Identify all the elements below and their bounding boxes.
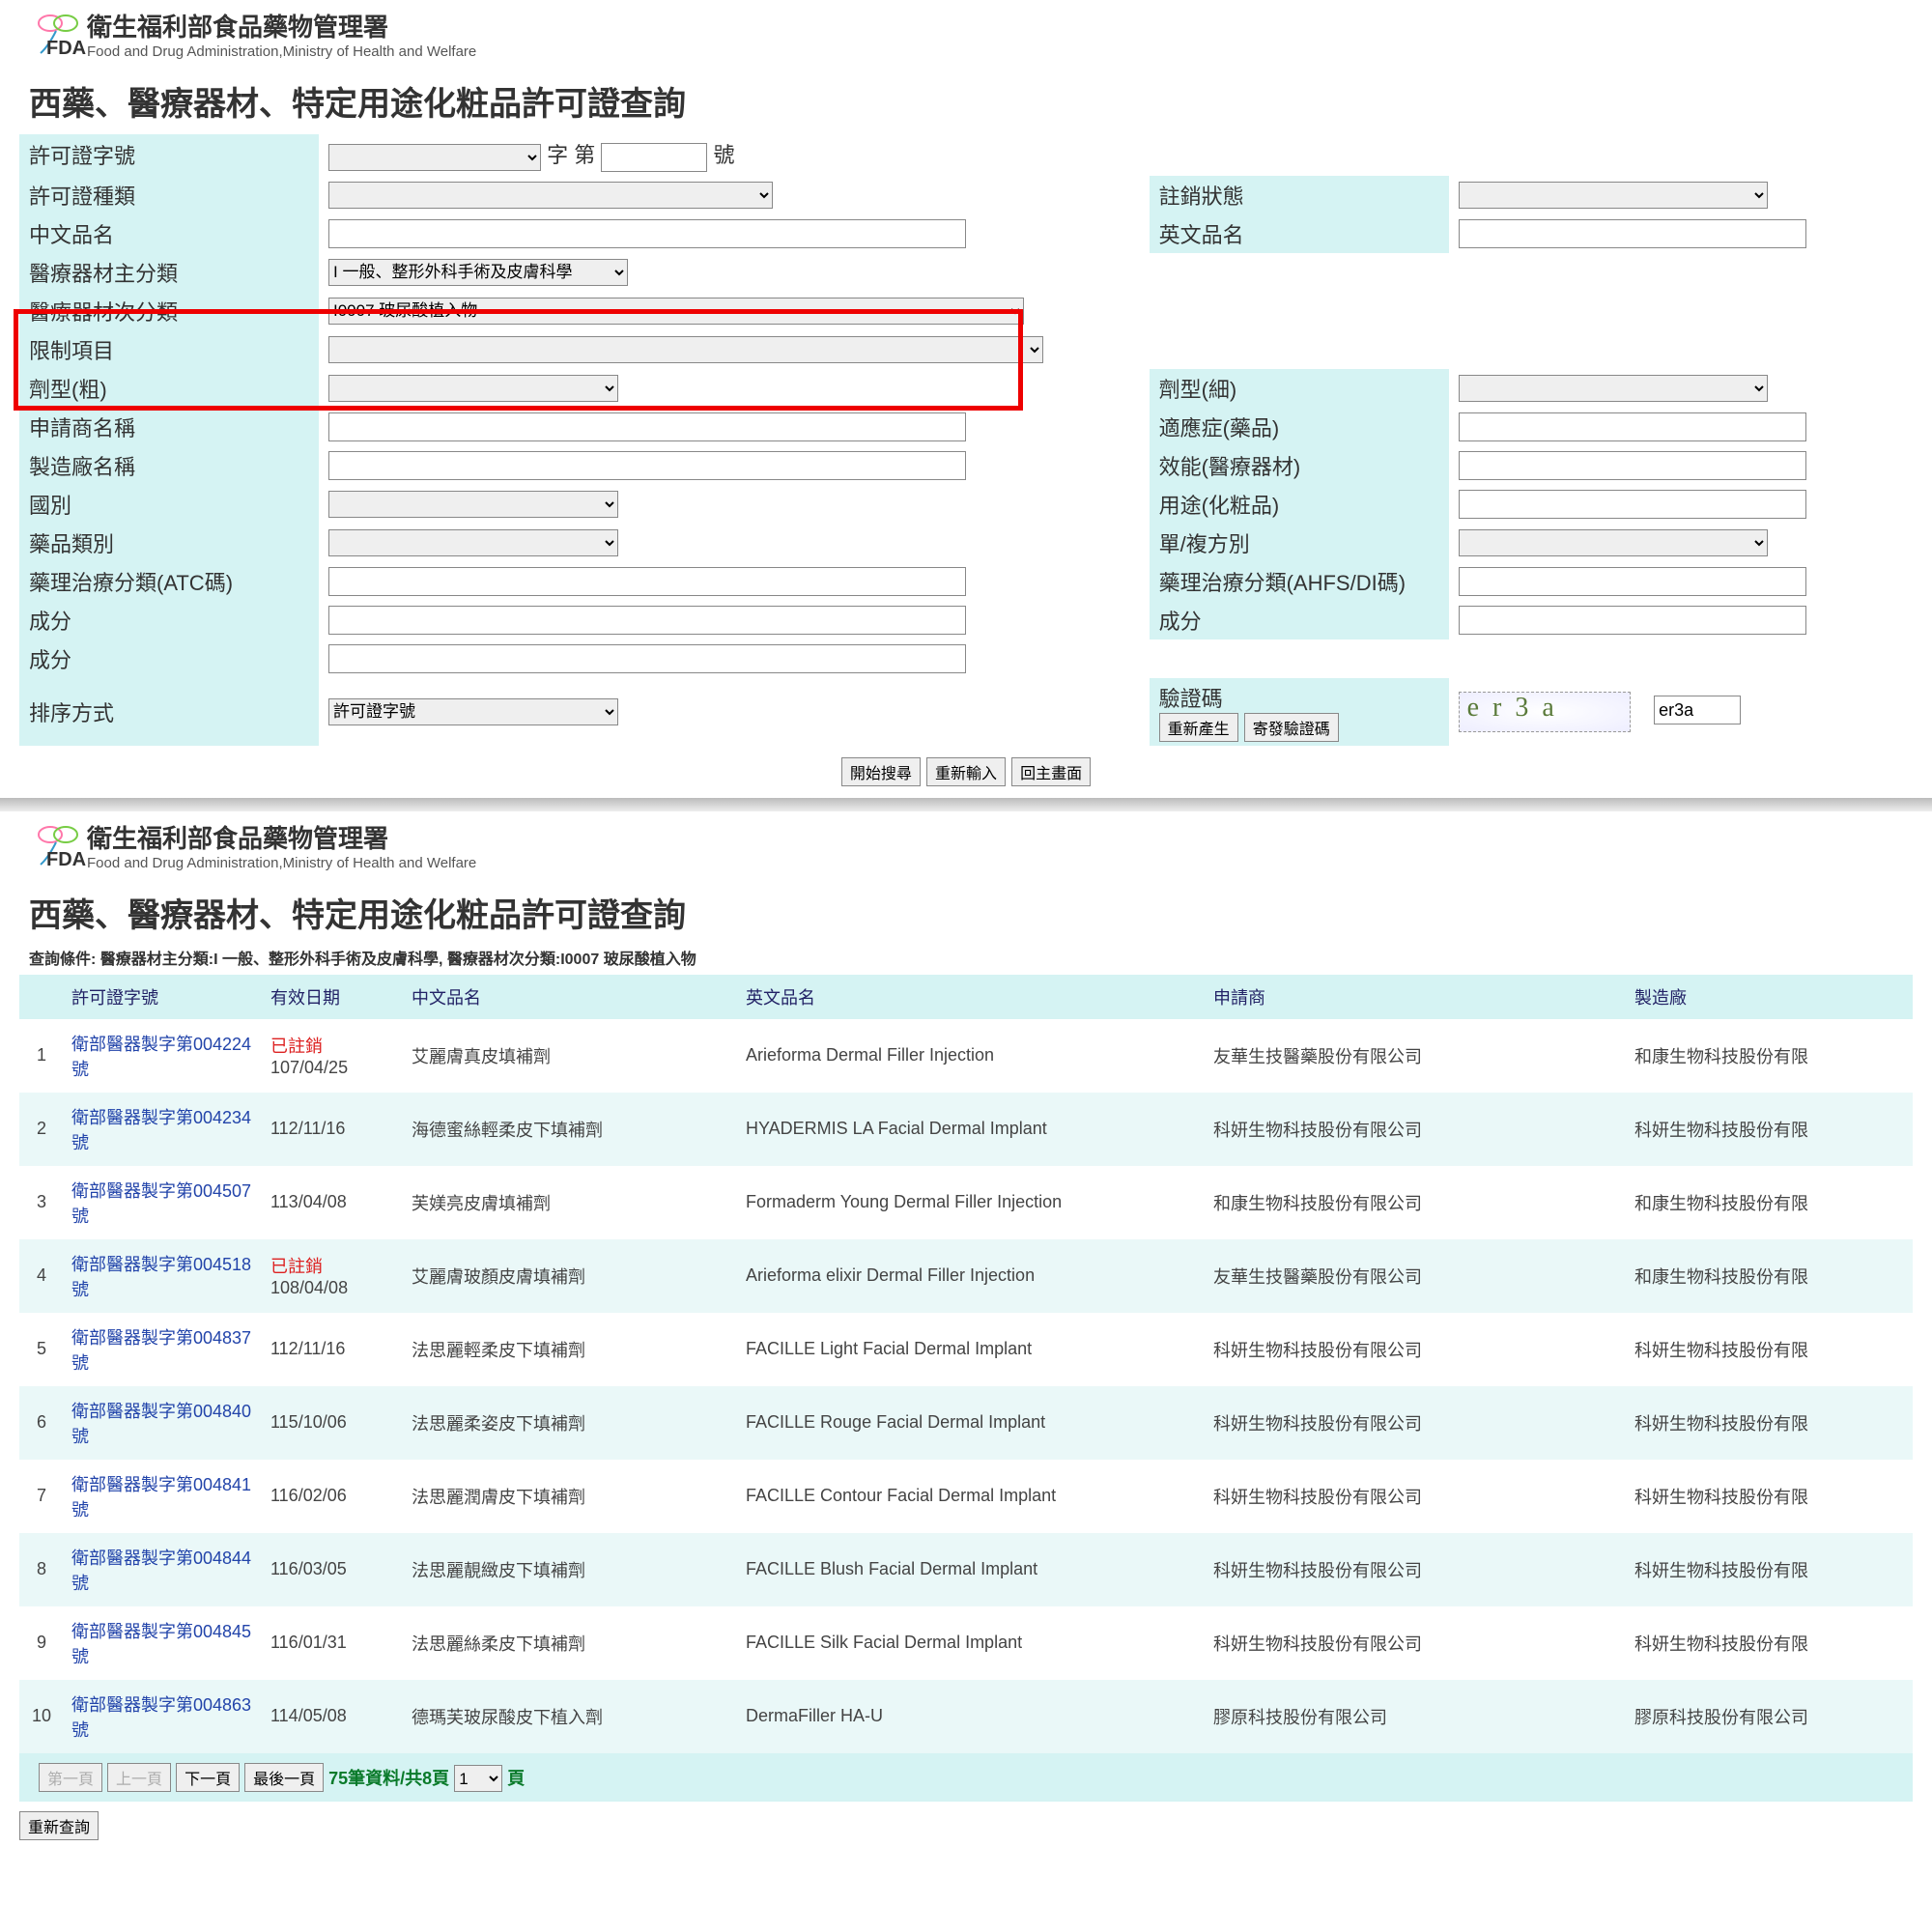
usage-input[interactable] [1459, 490, 1806, 519]
results-page: FDA 衛生福利部食品藥物管理署 Food and Drug Administr… [0, 811, 1932, 1841]
license-link[interactable]: 衛部醫器製字第004845號 [71, 1622, 251, 1666]
atc-input[interactable] [328, 567, 966, 596]
efficacy-input[interactable] [1459, 451, 1806, 480]
sort-select[interactable]: 許可證字號 [328, 698, 618, 725]
device-main-select[interactable]: I 一般、整形外科手術及皮膚科學 [328, 259, 628, 286]
license-prefix-select[interactable] [328, 144, 541, 171]
captcha-send-button[interactable]: 寄發驗證碼 [1244, 713, 1339, 742]
table-row: 1 衛部醫器製字第004224號 已註銷107/04/25 艾麗膚真皮填補劑 A… [19, 1019, 1913, 1093]
query-condition: 查詢條件: 醫療器材主分類:I 一般、整形外科手術及皮膚科學, 醫療器材次分類:… [29, 946, 1903, 969]
captcha-image: er3a [1459, 692, 1631, 732]
prev-page-button[interactable]: 上一頁 [107, 1763, 171, 1792]
search-form: 許可證字號 字 第 號 許可證種類 註銷狀態 中文品名 英文品名 醫療器材主分類… [19, 134, 1913, 746]
license-num-input[interactable] [601, 143, 707, 172]
agency-name-cn: 衛生福利部食品藥物管理署 [87, 8, 476, 43]
applicant-input[interactable] [328, 412, 966, 441]
license-link[interactable]: 衛部醫器製字第004841號 [71, 1475, 251, 1520]
page-select[interactable]: 1 [454, 1765, 502, 1792]
revoked-flag: 已註銷 [270, 1033, 396, 1058]
table-row: 6 衛部醫器製字第004840號 115/10/06 法思麗柔姿皮下填補劑 FA… [19, 1386, 1913, 1460]
ingredient2-input[interactable] [1459, 606, 1806, 635]
ahfs-input[interactable] [1459, 567, 1806, 596]
header-2: FDA 衛生福利部食品藥物管理署 Food and Drug Administr… [0, 811, 1932, 871]
reset-button[interactable]: 重新輸入 [926, 757, 1006, 786]
next-page-button[interactable]: 下一頁 [176, 1763, 240, 1792]
license-link[interactable]: 衛部醫器製字第004507號 [71, 1181, 251, 1226]
highlight-box [14, 309, 1023, 411]
requery-button[interactable]: 重新查詢 [19, 1811, 99, 1840]
table-row: 4 衛部醫器製字第004518號 已註銷108/04/08 艾麗膚玻顏皮膚填補劑… [19, 1239, 1913, 1313]
results-table: 許可證字號 有效日期 中文品名 英文品名 申請商 製造廠 1 衛部醫器製字第00… [19, 975, 1913, 1753]
name-cn-input[interactable] [328, 219, 966, 248]
table-row: 7 衛部醫器製字第004841號 116/02/06 法思麗潤膚皮下填補劑 FA… [19, 1460, 1913, 1533]
table-row: 5 衛部醫器製字第004837號 112/11/16 法思麗輕柔皮下填補劑 FA… [19, 1313, 1913, 1386]
fda-logo-2: FDA [29, 821, 87, 869]
home-button[interactable]: 回主畫面 [1011, 757, 1091, 786]
license-link[interactable]: 衛部醫器製字第004863號 [71, 1695, 251, 1740]
license-type-select[interactable] [328, 182, 773, 209]
action-buttons: 開始搜尋 重新輸入 回主畫面 [0, 746, 1932, 798]
table-row: 10 衛部醫器製字第004863號 114/05/08 德瑪芙玻尿酸皮下植入劑 … [19, 1680, 1913, 1753]
captcha-regen-button[interactable]: 重新產生 [1159, 713, 1238, 742]
recipe-select[interactable] [1459, 529, 1768, 556]
table-row: 2 衛部醫器製字第004234號 112/11/16 海德蜜絲輕柔皮下填補劑 H… [19, 1093, 1913, 1166]
search-button[interactable]: 開始搜尋 [841, 757, 921, 786]
license-link[interactable]: 衛部醫器製字第004224號 [71, 1035, 251, 1079]
svg-text:FDA: FDA [46, 849, 86, 869]
license-link[interactable]: 衛部醫器製字第004837號 [71, 1328, 251, 1373]
table-row: 8 衛部醫器製字第004844號 116/03/05 法思麗靚緻皮下填補劑 FA… [19, 1533, 1913, 1606]
page-title: 西藥、醫療器材、特定用途化粧品許可證查詢 [29, 77, 1903, 125]
drug-cat-select[interactable] [328, 529, 618, 556]
svg-text:FDA: FDA [46, 38, 86, 58]
last-page-button[interactable]: 最後一頁 [244, 1763, 324, 1792]
country-select[interactable] [328, 491, 618, 518]
revoked-flag: 已註銷 [270, 1253, 396, 1278]
license-link[interactable]: 衛部醫器製字第004844號 [71, 1548, 251, 1593]
pager-summary: 75筆資料/共8頁 [328, 1769, 449, 1788]
header: FDA 衛生福利部食品藥物管理署 Food and Drug Administr… [0, 0, 1932, 60]
license-link[interactable]: 衛部醫器製字第004234號 [71, 1108, 251, 1152]
name-en-input[interactable] [1459, 219, 1806, 248]
license-link[interactable]: 衛部醫器製字第004518號 [71, 1255, 251, 1299]
agency-name-en: Food and Drug Administration,Ministry of… [87, 43, 476, 60]
ingredient1-input[interactable] [328, 606, 966, 635]
captcha-input[interactable] [1654, 696, 1741, 724]
license-link[interactable]: 衛部醫器製字第004840號 [71, 1402, 251, 1446]
dosage-fine-select[interactable] [1459, 375, 1768, 402]
ingredient3-input[interactable] [328, 644, 966, 673]
table-row: 3 衛部醫器製字第004507號 113/04/08 芙媄亮皮膚填補劑 Form… [19, 1166, 1913, 1239]
manufacturer-input[interactable] [328, 451, 966, 480]
pager: 第一頁 上一頁 下一頁 最後一頁 75筆資料/共8頁 1 頁 [19, 1753, 1913, 1803]
separator [0, 798, 1932, 811]
first-page-button[interactable]: 第一頁 [39, 1763, 102, 1792]
revoke-status-select[interactable] [1459, 182, 1768, 209]
lbl-license-no: 許可證字號 [19, 134, 319, 176]
indication-input[interactable] [1459, 412, 1806, 441]
fda-logo: FDA [29, 10, 87, 58]
search-page: FDA 衛生福利部食品藥物管理署 Food and Drug Administr… [0, 0, 1932, 798]
table-row: 9 衛部醫器製字第004845號 116/01/31 法思麗絲柔皮下填補劑 FA… [19, 1606, 1913, 1680]
